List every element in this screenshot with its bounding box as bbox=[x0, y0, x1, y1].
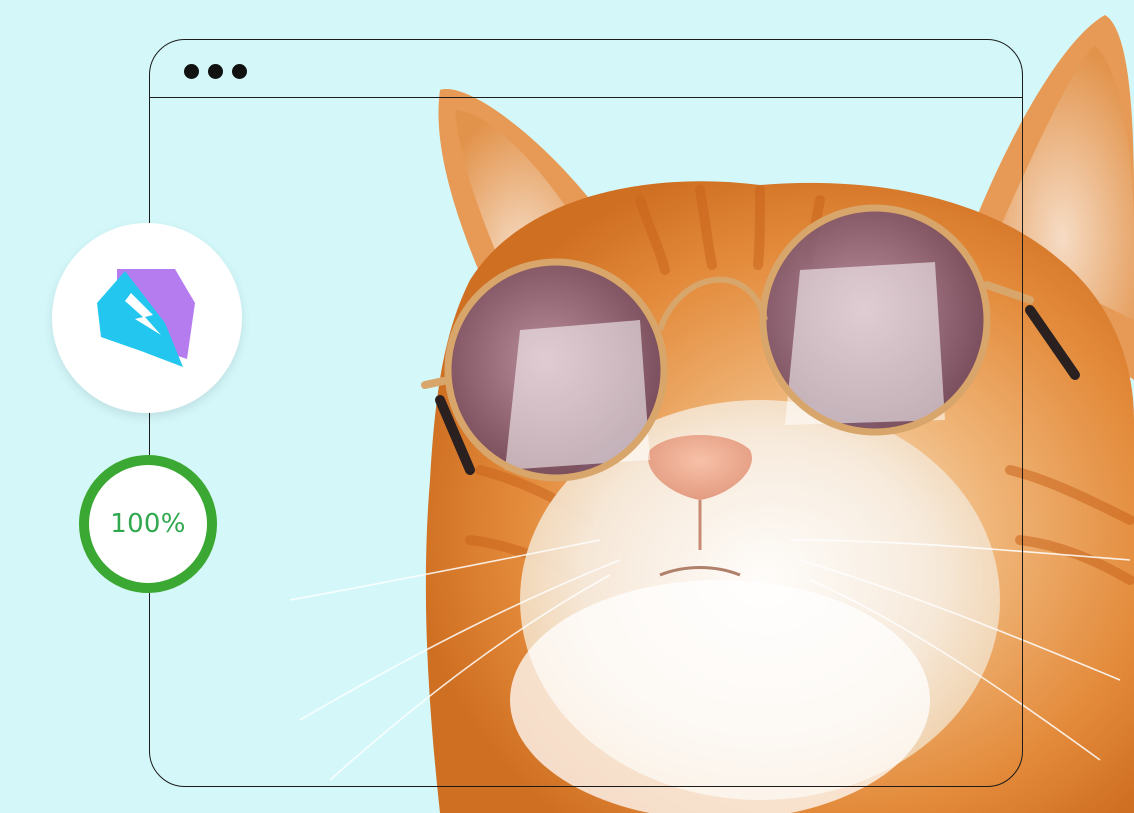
window-title-bar bbox=[150, 40, 1022, 98]
hero-stage: 100% bbox=[0, 0, 1134, 813]
window-dot-icon[interactable] bbox=[232, 64, 247, 79]
app-logo-badge bbox=[52, 223, 242, 413]
lightning-speech-bubble-logo-icon bbox=[97, 269, 195, 367]
window-controls bbox=[184, 64, 247, 79]
progress-percent-label: 100% bbox=[110, 509, 186, 539]
window-dot-icon[interactable] bbox=[208, 64, 223, 79]
browser-window bbox=[149, 39, 1023, 787]
progress-indicator: 100% bbox=[76, 452, 220, 596]
window-dot-icon[interactable] bbox=[184, 64, 199, 79]
